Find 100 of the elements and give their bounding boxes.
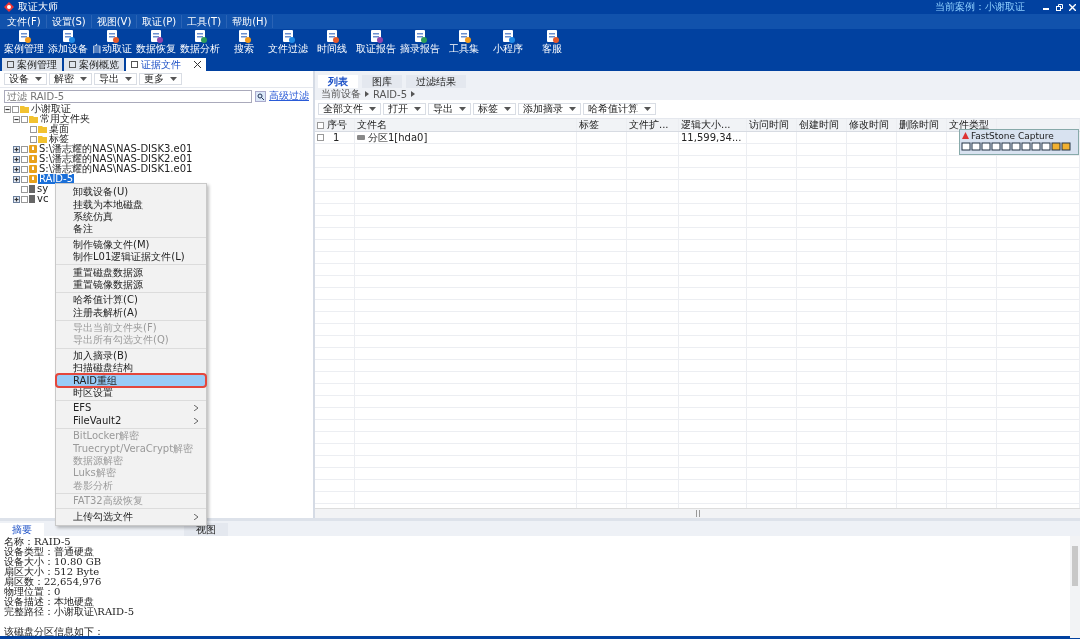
- panel-tab[interactable]: 摘要: [0, 523, 44, 536]
- toolbar-button[interactable]: 取证报告: [354, 30, 398, 57]
- tree-item[interactable]: sy: [36, 184, 50, 194]
- disk-icon: [29, 165, 37, 173]
- dropdown-button[interactable]: 导出: [94, 73, 137, 85]
- menu-item[interactable]: 注册表解析(A): [56, 306, 206, 319]
- menu-item[interactable]: 卸载设备(U): [56, 186, 206, 199]
- checkbox[interactable]: [317, 134, 324, 141]
- dropdown-button[interactable]: 解密: [49, 73, 92, 85]
- menu-item[interactable]: 文件(F): [2, 15, 47, 28]
- menu-item[interactable]: 视图(V): [91, 15, 138, 28]
- tree-item[interactable]: 桌面: [48, 124, 70, 134]
- breadcrumb-item[interactable]: 当前设备: [321, 87, 361, 101]
- menu-item[interactable]: 制作镜像文件(M): [56, 238, 206, 251]
- toolbar-button[interactable]: 工具集: [442, 30, 486, 57]
- menu-item[interactable]: 制作L01逻辑证据文件(L): [56, 250, 206, 264]
- checkbox[interactable]: [21, 165, 28, 173]
- toolbar-button[interactable]: 时间线: [310, 30, 354, 57]
- checkbox[interactable]: [21, 185, 28, 193]
- column-header[interactable]: 文件名: [355, 119, 577, 131]
- collapse-icon[interactable]: [4, 105, 11, 113]
- checkbox[interactable]: [21, 195, 28, 203]
- menu-item[interactable]: 重置镜像数据源: [56, 278, 206, 292]
- filter-field[interactable]: 过滤 RAID-5: [4, 89, 252, 103]
- dropdown-button[interactable]: 导出: [428, 103, 471, 115]
- expand-icon[interactable]: [13, 195, 20, 203]
- tree-item[interactable]: S:\潘志耀的NAS\NAS-DISK2.e01: [38, 154, 194, 164]
- view-tab[interactable]: 过滤结果: [406, 75, 466, 88]
- menu-item[interactable]: 取证(P): [137, 15, 183, 28]
- menu-item[interactable]: 设置(S): [46, 15, 92, 28]
- toolbar-button[interactable]: 数据恢复: [134, 30, 178, 57]
- dropdown-button[interactable]: 标签: [473, 103, 516, 115]
- expand-icon[interactable]: [13, 165, 20, 173]
- document-tab[interactable]: 案例管理: [2, 58, 62, 71]
- menu-item[interactable]: EFS: [56, 402, 206, 415]
- checkbox[interactable]: [21, 175, 28, 183]
- menu-item[interactable]: 哈希值计算(C): [56, 294, 206, 307]
- tree-item[interactable]: 常用文件夹: [39, 114, 91, 124]
- toolbar-button[interactable]: 文件过滤: [266, 30, 310, 57]
- dropdown-button[interactable]: 更多: [139, 73, 182, 85]
- toolbar-button[interactable]: 客服: [530, 30, 574, 57]
- dropdown-button[interactable]: 哈希值计算: [583, 103, 656, 115]
- column-header[interactable]: 文件扩...: [627, 119, 679, 131]
- toolbar-button[interactable]: 搜索: [222, 30, 266, 57]
- menu-item[interactable]: FileVault2: [56, 414, 206, 428]
- tree-item[interactable]: S:\潘志耀的NAS\NAS-DISK1.e01: [38, 164, 194, 174]
- toolbar-button[interactable]: 小程序: [486, 30, 530, 57]
- breadcrumb-item[interactable]: RAID-5: [373, 88, 407, 100]
- menu-item[interactable]: 上传勾选文件: [56, 510, 206, 523]
- close-icon[interactable]: [194, 61, 201, 68]
- tree-item[interactable]: 标签: [48, 134, 70, 144]
- collapse-icon[interactable]: [13, 115, 20, 123]
- menu-item[interactable]: 重置磁盘数据源: [56, 266, 206, 279]
- column-header[interactable]: 序号: [315, 119, 355, 131]
- column-header[interactable]: 修改时间: [847, 119, 897, 131]
- view-tab[interactable]: 图库: [362, 75, 402, 88]
- dropdown-button[interactable]: 全部文件: [318, 103, 381, 115]
- restore-icon[interactable]: [1056, 3, 1063, 11]
- dropdown-button[interactable]: 添加摘录: [518, 103, 581, 115]
- tree-item[interactable]: vc: [36, 194, 50, 204]
- document-tab[interactable]: 证据文件: [126, 58, 206, 71]
- checkbox[interactable]: [21, 115, 28, 123]
- tree-item[interactable]: RAID-5: [38, 174, 74, 184]
- advanced-filter-link[interactable]: 高级过滤: [269, 89, 309, 103]
- checkbox[interactable]: [30, 125, 37, 133]
- menu-item[interactable]: 扫描磁盘结构: [56, 362, 206, 375]
- menu-item[interactable]: 系统仿真: [56, 210, 206, 224]
- search-button[interactable]: [255, 90, 266, 102]
- expand-icon[interactable]: [13, 175, 20, 183]
- column-header[interactable]: 访问时间: [747, 119, 797, 131]
- toolbar-button[interactable]: 案例管理: [2, 30, 46, 57]
- checkbox[interactable]: [21, 155, 28, 163]
- toolbar-button[interactable]: 添加设备: [46, 30, 90, 57]
- menu-item[interactable]: 备注: [56, 223, 206, 236]
- checkbox[interactable]: [21, 145, 28, 153]
- menu-item[interactable]: RAID重组: [56, 374, 206, 387]
- toolbar-button[interactable]: 摘录报告: [398, 30, 442, 57]
- checkbox[interactable]: [30, 135, 37, 143]
- tree-item[interactable]: 小谢取证: [30, 104, 72, 114]
- scrollbar-thumb[interactable]: [1072, 546, 1078, 586]
- document-tab[interactable]: 案例概览: [64, 58, 124, 71]
- dropdown-button[interactable]: 打开: [383, 103, 426, 115]
- menu-item[interactable]: 帮助(H): [227, 15, 274, 28]
- menu-item[interactable]: 加入摘录(B): [56, 349, 206, 363]
- scrollbar-thumb-icon[interactable]: [695, 510, 700, 517]
- expand-icon[interactable]: [13, 155, 20, 163]
- menu-item[interactable]: 时区设置: [56, 386, 206, 400]
- expand-icon[interactable]: [13, 145, 20, 153]
- menu-item[interactable]: 工具(T): [182, 15, 228, 28]
- toolbar-button[interactable]: 自动取证: [90, 30, 134, 57]
- column-header[interactable]: 标签: [577, 119, 627, 131]
- toolbar-button[interactable]: 数据分析: [178, 30, 222, 57]
- view-tab[interactable]: 列表: [318, 75, 358, 88]
- column-header[interactable]: 逻辑大小...: [679, 119, 747, 131]
- column-header[interactable]: 创建时间: [797, 119, 847, 131]
- tree-item[interactable]: S:\潘志耀的NAS\NAS-DISK3.e01: [38, 144, 194, 154]
- column-header[interactable]: 删除时间: [897, 119, 947, 131]
- menu-item[interactable]: 挂载为本地磁盘: [56, 198, 206, 211]
- dropdown-button[interactable]: 设备: [4, 73, 47, 85]
- checkbox[interactable]: [12, 105, 19, 113]
